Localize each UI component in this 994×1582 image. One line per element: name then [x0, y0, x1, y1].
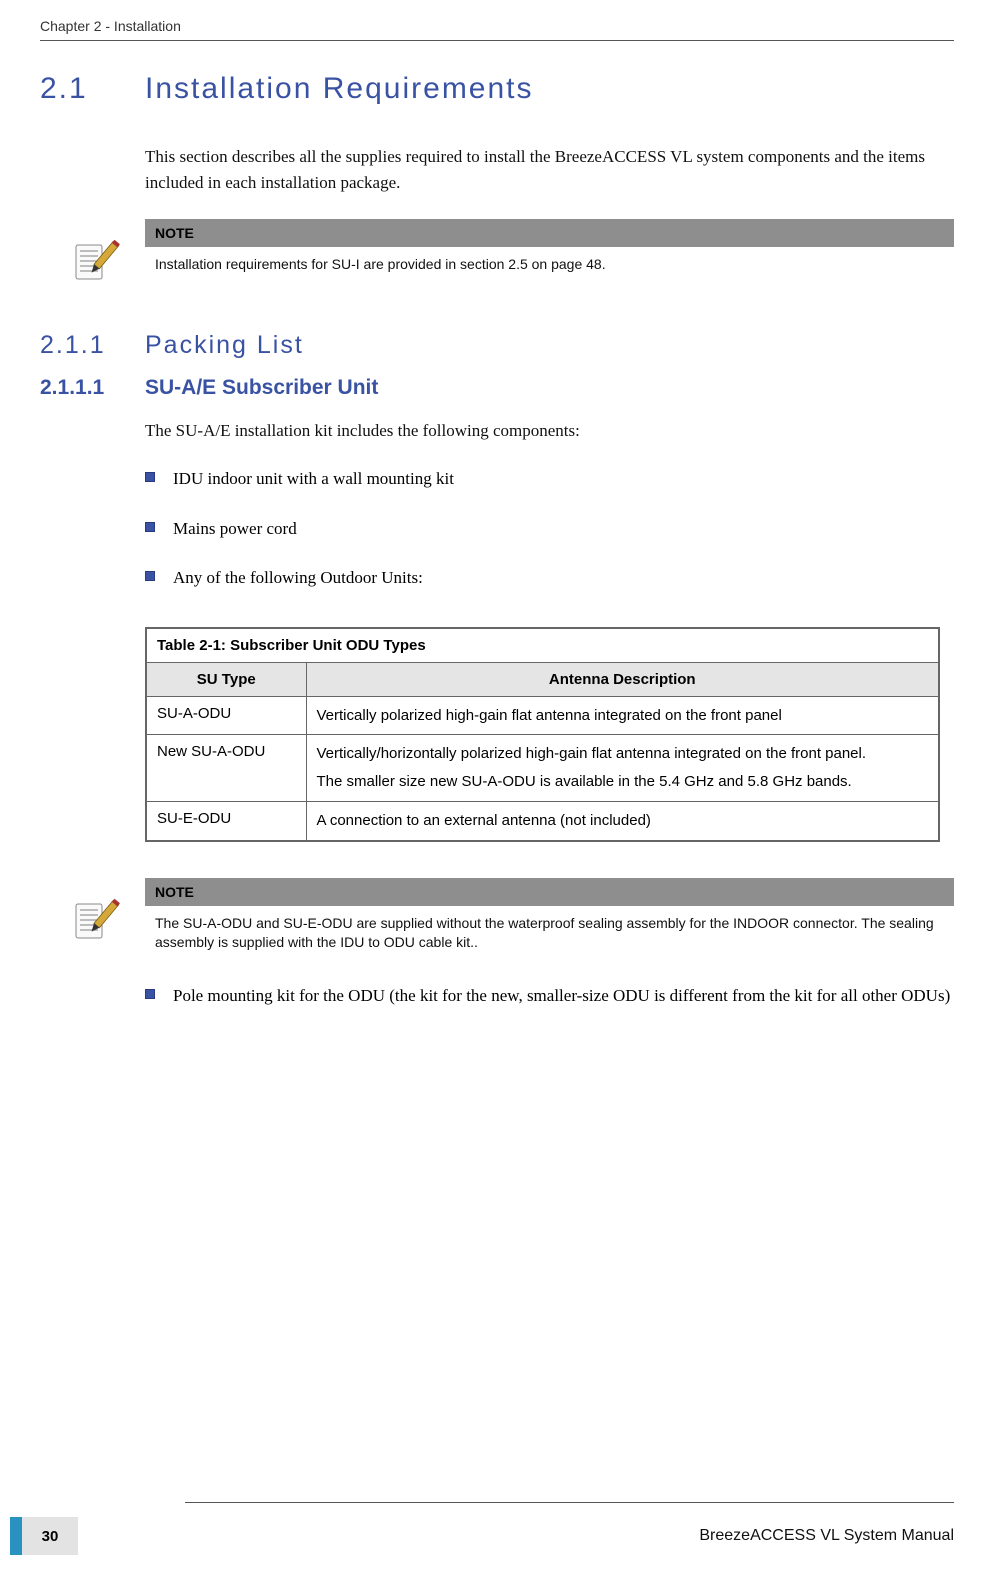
table-row: SU-E-ODU A connection to an external ant… — [146, 801, 939, 840]
chapter-header: Chapter 2 - Installation — [40, 18, 954, 41]
subsection-heading: 2.1.1 Packing List — [40, 331, 954, 360]
bullet-text: Pole mounting kit for the ODU (the kit f… — [173, 983, 950, 1009]
table-header: SU Type — [146, 662, 306, 696]
subsection-title: Packing List — [145, 331, 304, 360]
cell-text: Vertically polarized high-gain flat ante… — [317, 705, 929, 727]
note-text: The SU-A-ODU and SU-E-ODU are supplied w… — [145, 906, 954, 957]
page-number: 30 — [22, 1517, 78, 1555]
note-label: NOTE — [145, 219, 954, 247]
list-item: Mains power cord — [145, 516, 954, 542]
note-pencil-icon — [70, 235, 120, 285]
table-cell: SU-E-ODU — [146, 801, 306, 840]
odu-types-table: Table 2-1: Subscriber Unit ODU Types SU … — [145, 627, 940, 842]
cell-text: A connection to an external antenna (not… — [317, 810, 929, 832]
tab-accent — [10, 1517, 22, 1555]
cell-text: The smaller size new SU-A-ODU is availab… — [317, 771, 929, 793]
footer-rule — [185, 1502, 954, 1503]
section-title: Installation Requirements — [145, 72, 534, 106]
subsubsection-number: 2.1.1.1 — [40, 376, 145, 400]
cell-text: Vertically/horizontally polarized high-g… — [317, 743, 929, 765]
note-text: Installation requirements for SU-I are p… — [145, 247, 954, 279]
page-content: 2.1 Installation Requirements This secti… — [40, 72, 954, 1032]
subsub-intro: The SU-A/E installation kit includes the… — [145, 418, 954, 444]
bullet-icon — [145, 472, 155, 482]
bullet-text: Any of the following Outdoor Units: — [173, 565, 423, 591]
note-block-2: NOTE The SU-A-ODU and SU-E-ODU are suppl… — [40, 878, 954, 957]
section-number: 2.1 — [40, 72, 145, 106]
list-item: IDU indoor unit with a wall mounting kit — [145, 466, 954, 492]
table-row: New SU-A-ODU Vertically/horizontally pol… — [146, 735, 939, 802]
table-row: SU-A-ODU Vertically polarized high-gain … — [146, 696, 939, 735]
subsubsection-heading: 2.1.1.1 SU-A/E Subscriber Unit — [40, 376, 954, 400]
table-cell: SU-A-ODU — [146, 696, 306, 735]
subsection-number: 2.1.1 — [40, 331, 145, 360]
page-footer: 30 BreezeACCESS VL System Manual — [0, 1502, 954, 1562]
bullet-icon — [145, 522, 155, 532]
bullet-text: IDU indoor unit with a wall mounting kit — [173, 466, 454, 492]
bullet-icon — [145, 571, 155, 581]
list-item: Pole mounting kit for the ODU (the kit f… — [145, 983, 954, 1009]
note-label: NOTE — [145, 878, 954, 906]
bullet-icon — [145, 989, 155, 999]
manual-title: BreezeACCESS VL System Manual — [699, 1527, 954, 1545]
page-number-tab: 30 — [10, 1517, 100, 1555]
section-heading: 2.1 Installation Requirements — [40, 72, 954, 106]
table-cell: Vertically polarized high-gain flat ante… — [306, 696, 939, 735]
table-cell: Vertically/horizontally polarized high-g… — [306, 735, 939, 802]
section-intro: This section describes all the supplies … — [145, 144, 954, 197]
note-pencil-icon — [70, 894, 120, 944]
table-caption: Table 2-1: Subscriber Unit ODU Types — [146, 628, 939, 663]
note-block-1: NOTE Installation requirements for SU-I … — [40, 219, 954, 285]
list-item: Any of the following Outdoor Units: — [145, 565, 954, 591]
table-cell: A connection to an external antenna (not… — [306, 801, 939, 840]
table-cell: New SU-A-ODU — [146, 735, 306, 802]
bullet-text: Mains power cord — [173, 516, 297, 542]
subsubsection-title: SU-A/E Subscriber Unit — [145, 376, 378, 400]
table-header: Antenna Description — [306, 662, 939, 696]
